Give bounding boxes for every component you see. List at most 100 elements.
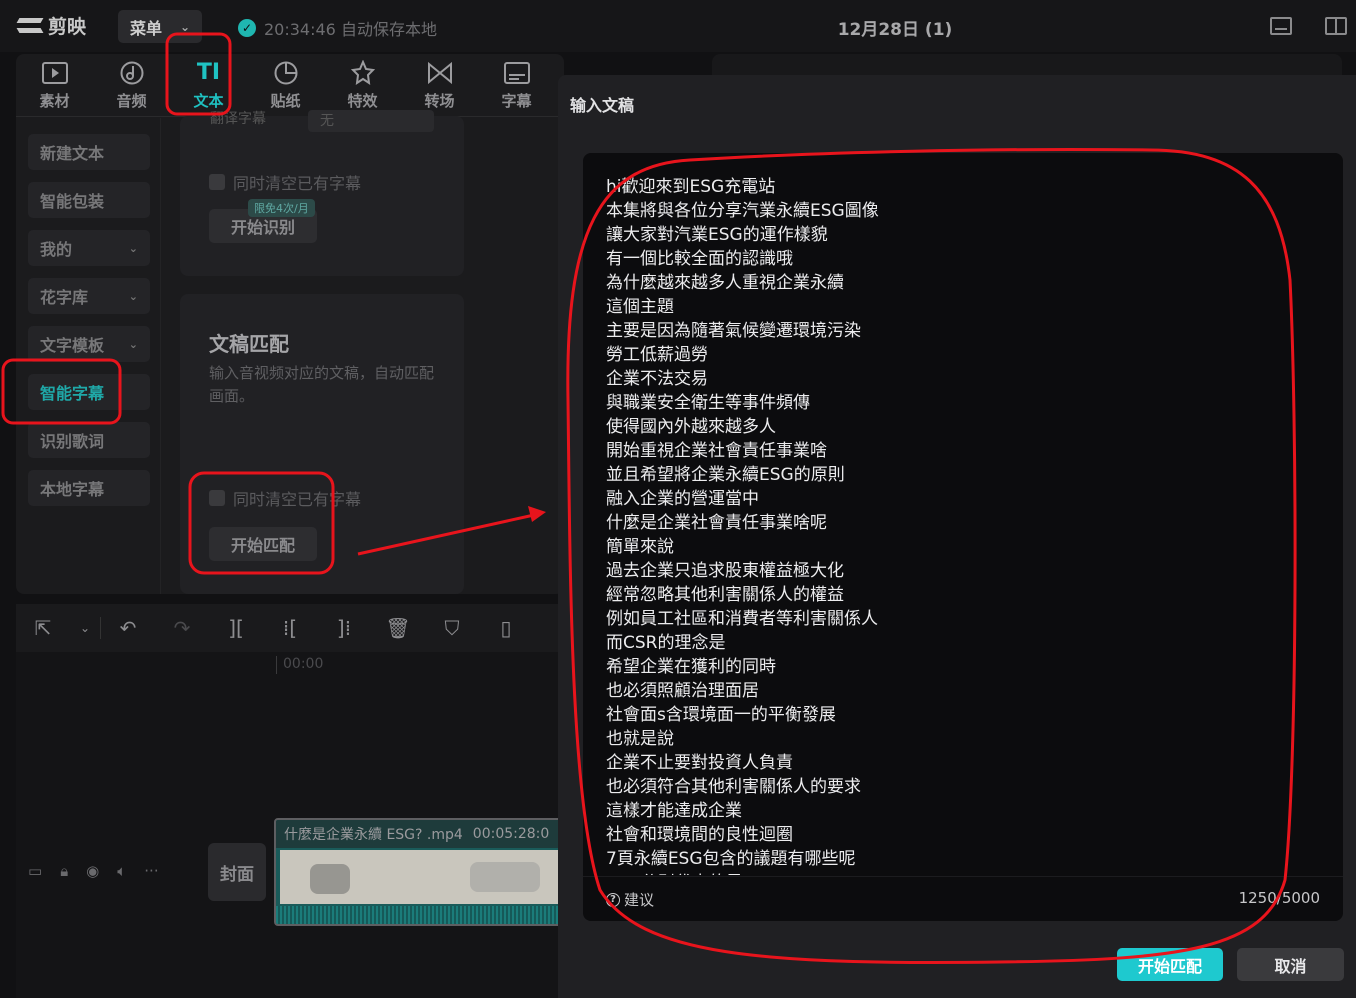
free-limit-badge: 限免4次/月 (248, 199, 315, 217)
timeline-ruler: 00:00 (276, 656, 323, 674)
script-line: 這個主題 (606, 297, 674, 317)
script-line: 也必須照顧治理面居 (606, 681, 759, 701)
volume-icon[interactable]: 🔈︎ (117, 862, 126, 880)
script-line: 這樣才能達成企業 (606, 801, 742, 821)
split-right-icon[interactable]: ]⁞ (317, 616, 371, 640)
project-title: 12月28日 (1) (837, 20, 953, 40)
script-line: 經常忽略其他利害關係人的權益 (606, 585, 844, 605)
redo-icon[interactable]: ↷ (155, 616, 209, 640)
script-line: 社會和環境間的良性迴圈 (606, 825, 793, 845)
clear-existing-row-match[interactable]: 同时清空已有字幕 (209, 486, 361, 510)
script-line: 本集將與各位分享汽業永續ESG圖像 (606, 201, 879, 221)
undo-icon[interactable]: ↶ (101, 616, 155, 640)
tab-effects[interactable]: 特效 (324, 54, 401, 116)
menu-label: 菜单 (130, 18, 163, 38)
transition-icon (426, 60, 454, 86)
sidebar-item-mine[interactable]: 我的 ⌄ (28, 230, 150, 266)
chevron-down-icon: ⌄ (128, 289, 138, 303)
tab-text[interactable]: TI 文本 (170, 54, 247, 116)
checkbox[interactable] (209, 490, 225, 506)
crop-frame-icon[interactable]: ▯ (479, 616, 533, 640)
tab-transition[interactable]: 转场 (401, 54, 478, 116)
tab-subtitle[interactable]: 字幕 (478, 54, 555, 116)
audio-icon (118, 60, 146, 86)
chevron-down-icon: ⌄ (128, 337, 138, 351)
preview-panel (712, 54, 1342, 76)
sidebar-item-fancy-text[interactable]: 花字库 ⌄ (28, 278, 150, 314)
tab-label: 贴纸 (270, 91, 301, 110)
start-match-panel-button[interactable]: 开始匹配 (209, 527, 317, 561)
script-line: 簡單來說 (606, 537, 674, 557)
main-tabs: 素材 音频 TI 文本 贴纸 特效 转场 字幕 (16, 54, 564, 116)
tab-audio[interactable]: 音频 (93, 54, 170, 116)
media-icon (41, 60, 69, 86)
chevron-down-icon: ⌄ (180, 19, 191, 34)
sidebar-item-smart-package[interactable]: 智能包装 (28, 182, 150, 218)
split-left-icon[interactable]: ⁞[ (263, 616, 317, 640)
keyboard-shortcut-icon[interactable] (1270, 17, 1292, 35)
marker-icon[interactable]: ⛉ (425, 616, 479, 640)
script-line: 也必須符合其他利害關係人的要求 (606, 777, 861, 797)
sidebar-item-label: 识别歌词 (40, 432, 105, 451)
layout-icon[interactable] (1325, 17, 1347, 35)
script-line: ESG分別代表的是 (606, 871, 1326, 875)
sidebar-item-text-template[interactable]: 文字模板 ⌄ (28, 326, 150, 362)
textarea-divider (583, 876, 1343, 877)
sidebar-item-new-text[interactable]: 新建文本 (28, 134, 150, 170)
cancel-button[interactable]: 取消 (1237, 948, 1344, 981)
video-clip[interactable]: 什麼是企業永續 ESG? .mp4 00:05:28:0 (274, 818, 564, 926)
text-icon: TI (196, 60, 221, 85)
script-line: 企業不止要對投資人負責 (606, 753, 793, 773)
character-counter: 1250/5000 (1238, 889, 1320, 907)
checkbox-label: 同时清空已有字幕 (233, 490, 362, 509)
script-line: 讓大家對汽業ESG的運作樣貌 (606, 225, 828, 245)
start-match-button[interactable]: 开始匹配 (1117, 948, 1223, 981)
select-cursor-icon[interactable]: ⇱ (16, 616, 70, 640)
lock-icon[interactable]: 🔒︎ (60, 862, 68, 880)
app-logo: 剪映 (18, 12, 86, 39)
suggestion-hint[interactable]: ? 建议 (606, 889, 654, 910)
menu-button[interactable]: 菜单 ⌄ (118, 10, 202, 43)
sidebar-item-label: 新建文本 (40, 144, 105, 163)
text-sidebar: 新建文本 智能包装 我的 ⌄ 花字库 ⌄ 文字模板 ⌄ 智能字幕 识别歌词 本地字幕 (28, 134, 150, 518)
script-line: 例如員工社區和消費者等利害關係人 (606, 609, 878, 629)
split-icon[interactable]: ][ (209, 616, 263, 640)
tab-label: 转场 (424, 91, 455, 110)
eye-icon[interactable]: ◉ (86, 862, 99, 880)
cover-button[interactable]: 封面 (208, 843, 266, 901)
tab-sticker[interactable]: 贴纸 (247, 54, 324, 116)
script-line: 過去企業只追求股東權益極大化 (606, 561, 844, 581)
script-match-title: 文稿匹配 (209, 332, 289, 356)
script-line: 勞工低薪過勞 (606, 345, 708, 365)
top-bar: 剪映 菜单 ⌄ ✓ 20:34:46 自动保存本地 12月28日 (1) (0, 0, 1356, 52)
script-line: 有一個比較全面的認識哦 (606, 249, 793, 269)
sidebar-item-recognize-lyrics[interactable]: 识别歌词 (28, 422, 150, 458)
clip-thumbnail (280, 850, 562, 904)
script-line: 企業不法交易 (606, 369, 708, 389)
script-line: 7頁永續ESG包含的議題有哪些呢 (606, 849, 856, 869)
chevron-down-icon[interactable]: ⌄ (70, 621, 100, 635)
sidebar-item-local-subtitle[interactable]: 本地字幕 (28, 470, 150, 506)
script-text-content[interactable]: hi歡迎來到ESG充電站本集將與各位分享汽業永續ESG圖像 讓大家對汽業ESG的運… (606, 175, 1326, 875)
tab-media[interactable]: 素材 (16, 54, 93, 116)
clear-existing-row-recognize[interactable]: 同时清空已有字幕 (209, 170, 361, 194)
more-icon[interactable]: ··· (144, 862, 158, 880)
checkbox[interactable] (209, 174, 225, 190)
app-logo-text: 剪映 (48, 16, 87, 38)
clip-duration: 00:05:28:0 (472, 826, 550, 842)
timeline-toolbar: ⇱ ⌄ ↶ ↷ ][ ⁞[ ]⁞ 🗑 ⛉ ▯ (16, 604, 564, 652)
sidebar-item-smart-subtitle[interactable]: 智能字幕 (28, 374, 150, 410)
sidebar-item-label: 智能字幕 (40, 384, 105, 403)
subtitle-icon (503, 60, 531, 86)
sidebar-item-label: 智能包装 (40, 192, 105, 211)
chevron-down-icon: ⌄ (128, 241, 138, 255)
clip-name: 什麼是企業永續 ESG? .mp4 (284, 827, 463, 843)
delete-icon[interactable]: 🗑 (371, 616, 425, 640)
script-line: hi歡迎來到ESG充電站 (606, 177, 776, 197)
sticker-icon (272, 60, 300, 86)
translate-subtitle-select[interactable]: 无 (308, 110, 434, 132)
translate-subtitle-value: 无 (320, 113, 334, 129)
audio-waveform (276, 906, 562, 924)
script-line: 與職業安全衛生等事件頻傳 (606, 393, 810, 413)
track-thumbnail-icon[interactable]: ▭ (28, 862, 42, 880)
